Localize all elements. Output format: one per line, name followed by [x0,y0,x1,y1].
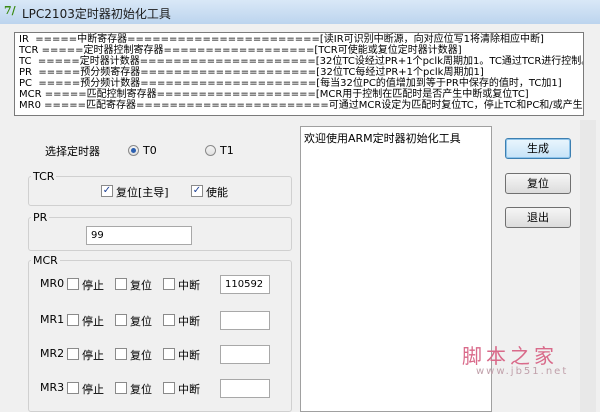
mr1-interrupt-label[interactable]: 中断 [178,313,200,329]
mr0-reset-label[interactable]: 复位 [130,277,152,293]
generate-button[interactable]: 生成 [505,138,571,159]
tcr-group-label: TCR [31,170,57,183]
mr2-stop-checkbox[interactable] [67,348,79,360]
message-output-area[interactable]: 欢迎使用ARM定时器初始化工具 [300,126,492,412]
timer-t1-radio[interactable] [205,145,216,156]
mr0-reset-checkbox[interactable] [115,278,127,290]
window-scrollbar[interactable] [580,120,596,412]
info-line: MCR =====匹配控制寄存器===================[MCR用… [19,89,529,100]
mr0-stop-checkbox[interactable] [67,278,79,290]
mr2-reset-checkbox[interactable] [115,348,127,360]
mcr-group-label: MCR [31,254,60,267]
timer-select-label: 选择定时器 [45,145,100,158]
window-title: LPC2103定时器初始化工具 [22,7,171,21]
mr3-reset-checkbox[interactable] [115,382,127,394]
mr0-label: MR0 [40,277,65,290]
mr0-value-input[interactable]: 110592 [220,275,270,294]
tcr-enable-label[interactable]: 使能 [206,184,228,200]
info-line: TCR =====定时器控制寄存器==================[TCR可… [19,45,462,56]
mr2-interrupt-label[interactable]: 中断 [178,347,200,363]
watermark-text: 脚本之家 [462,344,558,368]
register-info-box[interactable]: IR =====中断寄存器=======================[读IR… [14,32,584,116]
timer-t0-label[interactable]: T0 [143,144,157,157]
exit-button[interactable]: 退出 [505,207,571,228]
info-line: IR =====中断寄存器=======================[读IR… [19,34,544,45]
mr1-interrupt-checkbox[interactable] [163,314,175,326]
mr0-stop-label[interactable]: 停止 [82,277,104,293]
mr2-reset-label[interactable]: 复位 [130,347,152,363]
mr3-interrupt-label[interactable]: 中断 [178,381,200,397]
pr-group-label: PR [31,211,50,224]
mr1-stop-label[interactable]: 停止 [82,313,104,329]
mr3-stop-checkbox[interactable] [67,382,79,394]
timer-t0-radio[interactable] [128,145,139,156]
mr2-interrupt-checkbox[interactable] [163,348,175,360]
mr0-interrupt-label[interactable]: 中断 [178,277,200,293]
welcome-message: 欢迎使用ARM定时器初始化工具 [304,132,461,145]
tcr-enable-checkbox[interactable]: ✓ [191,185,203,197]
mr1-label: MR1 [40,313,65,326]
mr0-interrupt-checkbox[interactable] [163,278,175,290]
tcr-reset-checkbox[interactable]: ✓ [101,185,113,197]
mr3-label: MR3 [40,381,65,394]
timer-t1-label[interactable]: T1 [220,144,234,157]
app-logo-icon: 7/ [4,4,16,17]
reset-button[interactable]: 复位 [505,173,571,194]
mr2-value-input[interactable] [220,345,270,364]
mr3-reset-label[interactable]: 复位 [130,381,152,397]
info-line: PR =====预分频寄存器=====================[32位T… [19,67,484,78]
tcr-reset-label[interactable]: 复位[主导] [116,184,169,200]
mr3-stop-label[interactable]: 停止 [82,381,104,397]
mr3-interrupt-checkbox[interactable] [163,382,175,394]
title-bar: 7/ LPC2103定时器初始化工具 [0,0,600,25]
mr2-stop-label[interactable]: 停止 [82,347,104,363]
mr3-value-input[interactable] [220,379,270,398]
watermark-url: www.jb51.net [476,366,569,377]
info-line: PC =====预分频计数器=====================[每当32… [19,78,562,89]
mr2-label: MR2 [40,347,65,360]
info-line: MR0 =====匹配寄存器=======================可通过… [19,100,584,111]
mr1-reset-label[interactable]: 复位 [130,313,152,329]
pr-value-input[interactable]: 99 [86,226,192,245]
mr1-reset-checkbox[interactable] [115,314,127,326]
mr1-stop-checkbox[interactable] [67,314,79,326]
mr1-value-input[interactable] [220,311,270,330]
info-line: TC =====定时器计数器=====================[32位T… [19,56,584,67]
